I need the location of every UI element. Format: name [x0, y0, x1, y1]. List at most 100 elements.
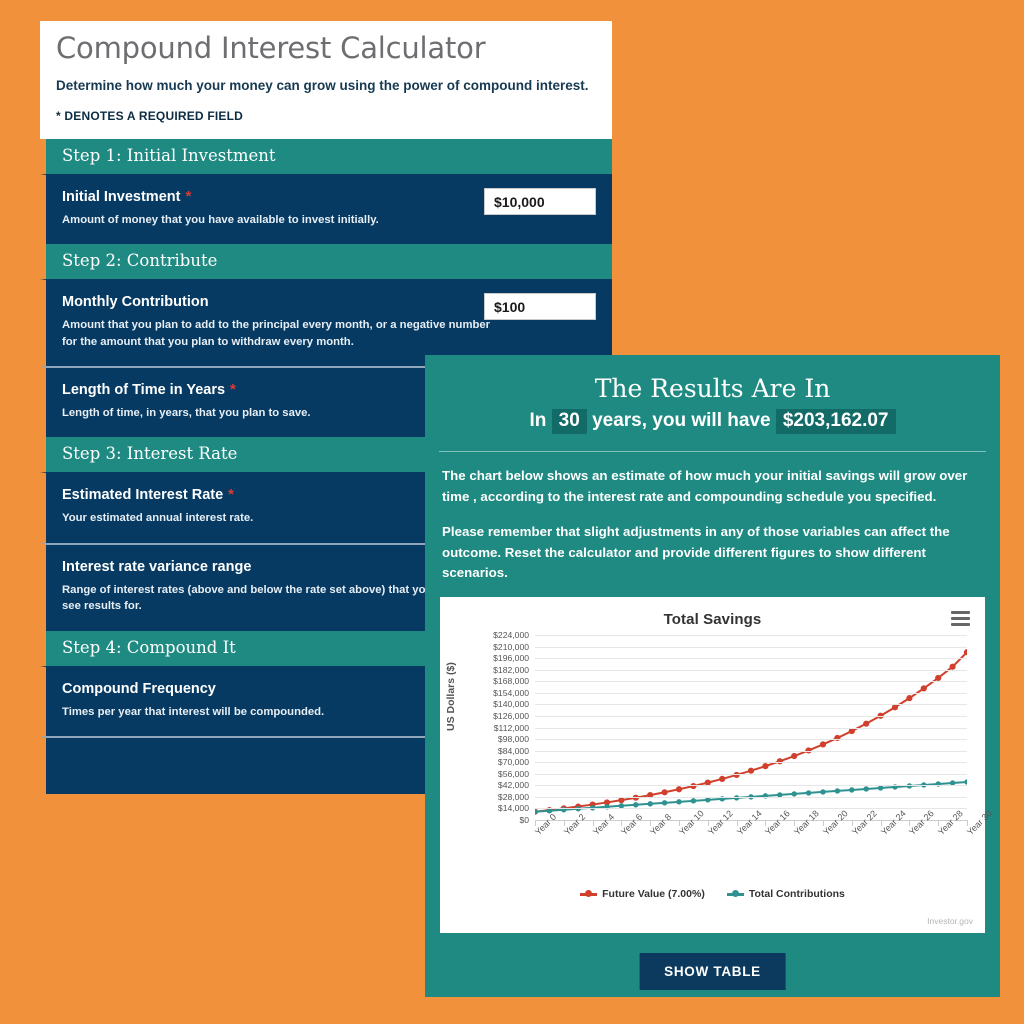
chart-data-point — [675, 786, 683, 793]
chart-data-point — [647, 801, 653, 807]
results-title: The Results Are In — [594, 374, 831, 403]
legend-label: Future Value (7.00%) — [602, 888, 705, 900]
initial-investment-input[interactable]: $10,000 — [484, 187, 596, 215]
chart-data-point — [705, 797, 711, 803]
results-paragraph-2: Please remember that slight adjustments … — [442, 524, 950, 581]
chart-gridline — [535, 692, 967, 694]
x-axis-tick-mark — [736, 820, 738, 826]
chart-data-point — [920, 685, 927, 692]
legend-marker-icon — [580, 890, 598, 898]
y-axis-tick-label: $98,000 — [497, 734, 529, 745]
step-header-initial-investment: Step 1: Initial Investment — [40, 138, 612, 174]
x-axis-tick-mark — [707, 820, 709, 826]
chart-gridline — [535, 750, 967, 752]
y-axis-tick-label: $42,000 — [497, 780, 529, 791]
chart-gridline — [535, 739, 967, 741]
chart-gridline — [535, 681, 967, 683]
y-axis-tick-label: $56,000 — [497, 768, 529, 779]
y-axis-ticks: $0 $14,000 $28,000 $42,000 $56,000 $70,000 $84… — [454, 630, 529, 825]
y-axis-tick-label: $182,000 — [493, 664, 529, 675]
field-label-text: Initial Investment — [62, 188, 181, 205]
y-axis-tick-label: $154,000 — [493, 687, 529, 698]
x-axis-tick-mark — [823, 820, 824, 826]
x-axis-tick-mark — [592, 820, 594, 826]
required-asterisk-icon: * — [230, 381, 236, 399]
field-help-initial-investment: Amount of money that you have available … — [62, 213, 379, 226]
y-axis-tick-label: $224,000 — [493, 630, 529, 640]
required-field-note: * DENOTES A REQUIRED FIELD — [56, 108, 243, 123]
chart-data-point — [834, 788, 841, 794]
chart-data-point — [676, 799, 682, 805]
chart-data-point — [618, 797, 625, 804]
page-subtitle: Determine how much your money can grow u… — [56, 77, 589, 93]
chart-data-point — [849, 787, 855, 793]
y-axis-tick-label: $126,000 — [493, 710, 529, 721]
x-axis-tick-mark — [679, 820, 680, 826]
summary-middle: years, you will have — [592, 410, 771, 431]
field-help-monthly-contribution: Amount that you plan to add to the princ… — [62, 319, 491, 348]
chart-data-point — [805, 790, 812, 796]
calculator-header: Compound Interest Calculator Determine h… — [40, 21, 612, 139]
years-badge: 30 — [551, 409, 587, 434]
chart-data-point — [834, 734, 841, 742]
step-header-contribute: Step 2: Contribute — [40, 244, 612, 280]
y-axis-tick-label: $196,000 — [493, 653, 529, 664]
chart-plot-wrapper: US Dollars ($) $0 $14,000 $28,000 $42,000 $5… — [440, 630, 994, 933]
x-axis-tick-mark — [880, 820, 882, 826]
legend-marker-icon — [726, 890, 744, 898]
chart-legend: Future Value (7.00%) Total Contributions — [440, 888, 985, 900]
results-summary: In 30 years, you will have $203,162.07 — [425, 405, 1000, 434]
y-axis-tick-label: $0 — [519, 815, 529, 825]
chart-gridline — [535, 773, 967, 775]
x-axis-tick-mark — [851, 820, 853, 826]
required-asterisk-icon: * — [185, 187, 192, 205]
legend-item[interactable]: Future Value (7.00%) — [580, 888, 705, 900]
field-label-text: Interest rate variance range — [62, 558, 252, 575]
y-axis-tick-label: $210,000 — [493, 641, 529, 652]
chart-title: Total Savings — [663, 611, 762, 628]
chart-gridline — [535, 715, 967, 717]
chart-data-point — [820, 789, 826, 795]
chart-gridline — [535, 785, 967, 787]
field-label-text: Estimated Interest Rate — [62, 487, 224, 504]
chart-data-point — [819, 741, 827, 748]
field-label-text: Monthly Contribution — [62, 294, 209, 311]
x-axis-tick-label: Year 30 — [965, 808, 994, 838]
x-axis-tick-mark — [535, 820, 536, 826]
field-monthly-contribution: Monthly Contribution Amount that you pla… — [40, 279, 612, 367]
hamburger-menu-icon[interactable] — [951, 611, 970, 626]
legend-item[interactable]: Total Contributions — [726, 888, 845, 900]
y-axis-tick-label: $168,000 — [493, 676, 529, 687]
monthly-contribution-input[interactable]: $100 — [484, 293, 596, 321]
results-paragraph-1: The chart below shows an estimate of how… — [442, 468, 968, 504]
chart-data-point — [661, 789, 668, 796]
chart-series-line — [534, 651, 968, 813]
chart-data-point — [791, 752, 798, 760]
summary-prefix: In — [529, 410, 547, 431]
chart-data-point — [906, 695, 913, 702]
x-axis-tick-mark — [563, 820, 565, 826]
chart-data-point — [719, 775, 726, 783]
field-initial-investment: Initial Investment * Amount of money tha… — [40, 173, 612, 245]
chart-data-point — [791, 791, 797, 797]
chart-watermark: Investor.gov — [927, 916, 973, 926]
legend-label: Total Contributions — [748, 888, 845, 900]
chart-data-point — [964, 779, 970, 785]
x-axis-tick-mark — [967, 820, 968, 826]
results-panel: The Results Are In In 30 years, you will… — [425, 355, 1000, 997]
y-axis-tick-label: $140,000 — [493, 699, 529, 710]
chart-data-point — [848, 727, 855, 735]
chart-data-point — [863, 786, 869, 792]
y-axis-tick-label: $28,000 — [497, 791, 529, 802]
chart-gridline — [535, 704, 967, 706]
y-axis-tick-label: $14,000 — [497, 803, 529, 814]
total-amount-badge: $203,162.07 — [775, 409, 896, 434]
chart-gridline — [535, 727, 967, 729]
field-label-text: Compound Frequency — [62, 680, 216, 697]
chart-gridline — [535, 658, 967, 660]
page-title: Compound Interest Calculator — [56, 31, 486, 65]
chart-data-point — [935, 674, 942, 682]
y-axis-tick-label: $84,000 — [497, 745, 529, 756]
field-label-text: Length of Time in Years — [62, 382, 226, 399]
show-table-button[interactable]: SHOW TABLE — [639, 953, 786, 990]
